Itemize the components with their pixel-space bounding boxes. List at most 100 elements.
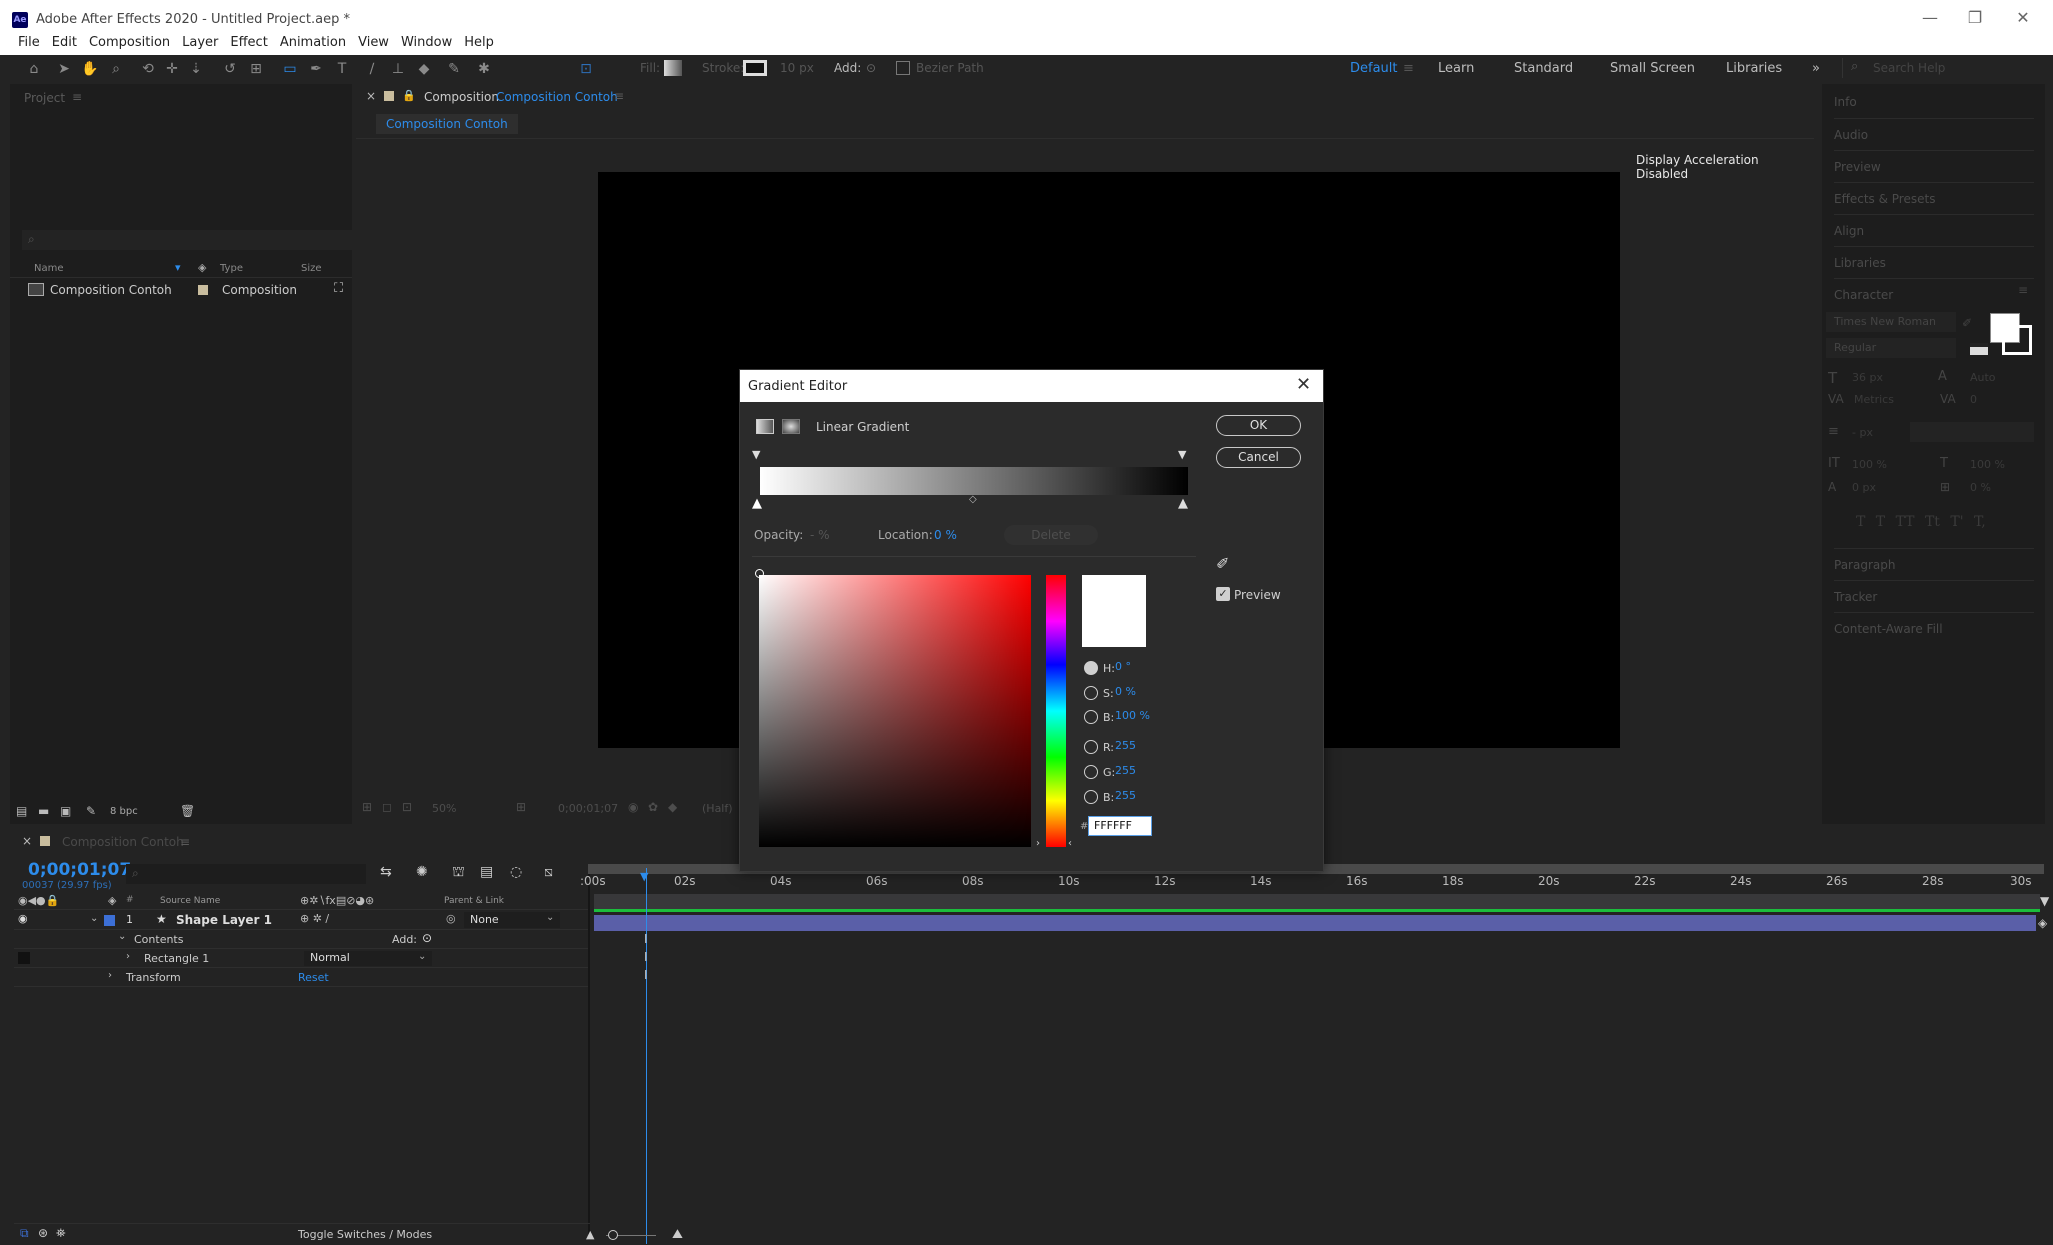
blue-value[interactable]: 255	[1115, 789, 1136, 802]
zoom-in-icon[interactable]: ⛰	[672, 1227, 683, 1242]
column-size[interactable]: Size	[301, 263, 322, 274]
bpc-label[interactable]: 8 bpc	[110, 806, 138, 817]
region-icon[interactable]: ⊞	[362, 800, 372, 814]
stroke-style-select[interactable]	[1910, 422, 2034, 442]
baseline-shift-value[interactable]: 0 px	[1852, 481, 1876, 494]
g-radio[interactable]	[1084, 765, 1098, 779]
comp-marker-icon[interactable]: ▼	[2040, 894, 2049, 908]
column-type[interactable]: Type	[220, 263, 243, 274]
panel-effects-presets[interactable]: Effects & Presets	[1834, 182, 2034, 214]
ok-button[interactable]: OK	[1216, 415, 1301, 436]
hex-input[interactable]: FFFFFF	[1088, 816, 1152, 836]
add-menu-icon[interactable]: ⊙	[422, 931, 432, 945]
panel-preview[interactable]: Preview	[1834, 150, 2034, 182]
expand-chevron-icon[interactable]: ›	[108, 970, 112, 981]
workspace-learn[interactable]: Learn	[1438, 61, 1474, 76]
contents-row[interactable]: ⌄ Contents Add: ⊙	[14, 931, 590, 949]
menu-file[interactable]: File	[12, 33, 46, 53]
toggle-switches-modes[interactable]: Toggle Switches / Modes	[298, 1228, 432, 1241]
stroke-width[interactable]: 10 px	[780, 61, 814, 75]
bezier-checkbox[interactable]	[896, 61, 910, 75]
type-tool-icon[interactable]: T	[332, 59, 352, 79]
home-icon[interactable]: ⌂	[24, 59, 44, 79]
menu-window[interactable]: Window	[395, 33, 458, 53]
minimize-icon[interactable]: —	[1910, 8, 1950, 27]
panel-libraries[interactable]: Libraries	[1834, 246, 2034, 278]
panel-menu-icon[interactable]: ≡	[180, 835, 190, 849]
panel-paragraph[interactable]: Paragraph	[1834, 548, 2034, 580]
menu-help[interactable]: Help	[458, 33, 500, 53]
comp-tab-prefix[interactable]: Composition	[424, 90, 499, 104]
g-value[interactable]: 255	[1115, 764, 1136, 777]
color-icon[interactable]: ✿	[648, 800, 658, 814]
graph-editor-icon[interactable]: ⧅	[544, 864, 553, 880]
timing-toggle-icon[interactable]: ⛯	[56, 1226, 66, 1241]
restore-icon[interactable]: ❐	[1955, 8, 1995, 27]
menu-composition[interactable]: Composition	[83, 33, 176, 53]
eraser-tool-icon[interactable]: ◆	[414, 59, 434, 79]
vertical-scale-value[interactable]: 100 %	[1852, 458, 1887, 471]
workspace-default[interactable]: Default	[1350, 61, 1398, 76]
new-composition-icon[interactable]: ▣	[60, 804, 71, 818]
shy-layers-icon[interactable]: ⛫	[452, 864, 465, 882]
panel-tracker[interactable]: Tracker	[1834, 580, 2034, 612]
parent-link-column[interactable]: Parent & Link	[444, 896, 504, 906]
linear-gradient-icon[interactable]	[756, 419, 774, 434]
hue-slider-arrow-left[interactable]: ›	[1036, 838, 1040, 849]
workspace-standard[interactable]: Standard	[1514, 61, 1573, 76]
preview-checkbox[interactable]: ✓	[1216, 587, 1230, 601]
saturation-brightness-field[interactable]	[759, 575, 1031, 847]
eyedropper-icon[interactable]: ✐	[1962, 316, 1972, 330]
hue-slider[interactable]	[1046, 575, 1066, 847]
pan-tool-icon[interactable]: ✛	[162, 59, 182, 79]
font-size-value[interactable]: 36 px	[1852, 371, 1883, 384]
lock-icon[interactable]: 🔒	[402, 89, 416, 102]
close-icon[interactable]: ✕	[2003, 8, 2043, 27]
color-stop-left[interactable]: ▲	[752, 496, 762, 511]
fill-swatch[interactable]	[664, 60, 682, 76]
selection-tool-icon[interactable]: ➤	[54, 59, 74, 79]
project-panel-title[interactable]: Project	[24, 91, 65, 105]
orbit-tool-icon[interactable]: ⟲	[138, 59, 158, 79]
opacity-value[interactable]: - %	[810, 528, 830, 542]
roto-tool-icon[interactable]: ✎	[444, 59, 464, 79]
panel-menu-icon[interactable]: ≡	[2018, 283, 2028, 297]
font-family-select[interactable]: Times New Roman	[1826, 312, 1956, 332]
sort-icon[interactable]: ▾	[175, 261, 181, 274]
workspace-overflow-icon[interactable]: »	[1812, 61, 1820, 76]
midpoint-diamond[interactable]: ◇	[969, 494, 977, 505]
expand-chevron-icon[interactable]: ⌄	[90, 913, 98, 924]
panel-info[interactable]: Info	[1834, 86, 2034, 118]
color-picker-handle[interactable]	[755, 569, 764, 578]
opacity-stop-right[interactable]: ▼	[1178, 448, 1186, 461]
zoom-out-icon[interactable]: ▲	[586, 1228, 594, 1241]
timeline-timecode[interactable]: 0;00;01;07	[28, 860, 131, 880]
motion-blur-icon[interactable]: ◌	[510, 864, 522, 880]
expand-chevron-icon[interactable]: ›	[126, 951, 130, 962]
location-value[interactable]: 0 %	[934, 528, 957, 542]
panel-menu-icon[interactable]: ≡	[614, 89, 624, 103]
zoom-slider-handle[interactable]	[608, 1230, 618, 1240]
gradient-ramp[interactable]	[760, 467, 1188, 495]
h-radio[interactable]	[1084, 661, 1098, 675]
tsume-value[interactable]: 0 %	[1970, 481, 1991, 494]
draft-3d-icon[interactable]: ✺	[416, 864, 428, 880]
layer-duration-bar[interactable]	[594, 915, 2036, 931]
label-color-swatch[interactable]	[198, 285, 208, 295]
char-stroke-width-value[interactable]: - px	[1852, 426, 1873, 439]
pen-tool-icon[interactable]: ✒	[306, 59, 326, 79]
viewer-timecode[interactable]: 0;00;01;07	[558, 802, 618, 815]
radial-gradient-icon[interactable]	[782, 419, 800, 434]
resolution-select[interactable]: (Half)	[702, 802, 733, 815]
source-name-column[interactable]: Source Name	[160, 896, 220, 906]
help-search[interactable]: ⌕ Search Help	[1842, 58, 2048, 78]
menu-view[interactable]: View	[352, 33, 395, 53]
frame-blending-icon[interactable]: ▤	[480, 864, 493, 880]
rectangle-row[interactable]: › Rectangle 1 Normal ⌄	[14, 950, 590, 968]
panel-character[interactable]: Character	[1834, 278, 2034, 310]
r-value[interactable]: 255	[1115, 739, 1136, 752]
blend-mode-select[interactable]: Normal ⌄	[304, 951, 432, 966]
close-icon[interactable]: ✕	[1296, 374, 1311, 395]
hue-slider-arrow-right[interactable]: ‹	[1068, 838, 1072, 849]
workspace-libraries[interactable]: Libraries	[1726, 61, 1782, 76]
